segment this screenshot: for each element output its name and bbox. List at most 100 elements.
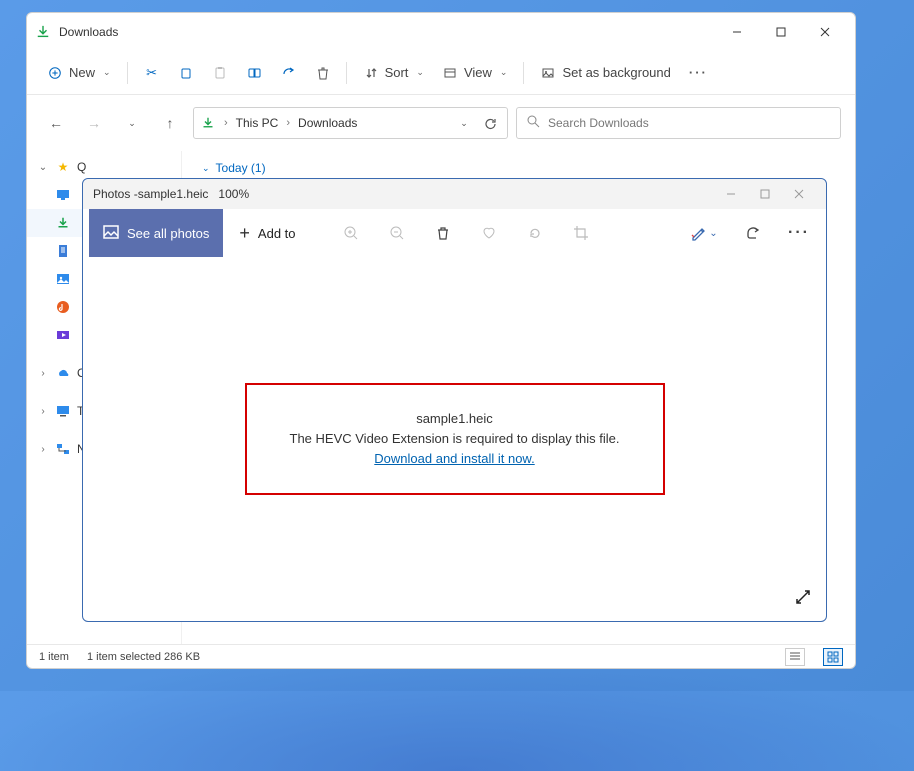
delete-button[interactable] bbox=[306, 57, 338, 89]
error-message: The HEVC Video Extension is required to … bbox=[287, 429, 623, 449]
recent-button[interactable]: ⌄ bbox=[117, 108, 147, 138]
close-button[interactable] bbox=[803, 17, 847, 47]
sidebar-item-quickaccess[interactable]: ⌄ ★ Q bbox=[27, 153, 181, 181]
share-button[interactable] bbox=[272, 57, 304, 89]
address-box[interactable]: › This PC › Downloads ⌄ bbox=[193, 107, 508, 139]
rotate-button[interactable] bbox=[514, 213, 556, 253]
copy-button[interactable] bbox=[170, 57, 202, 89]
error-panel: sample1.heic The HEVC Video Extension is… bbox=[245, 383, 665, 495]
explorer-titlebar: Downloads bbox=[27, 13, 855, 51]
history-dropdown[interactable]: ⌄ bbox=[453, 112, 475, 134]
download-extension-link[interactable]: Download and install it now. bbox=[374, 451, 534, 466]
paste-button[interactable] bbox=[204, 57, 236, 89]
delete-button[interactable] bbox=[422, 213, 464, 253]
more-button[interactable]: ··· bbox=[778, 213, 820, 253]
search-placeholder: Search Downloads bbox=[548, 116, 649, 130]
photos-titlebar: Photos - sample1.heic 100% bbox=[83, 179, 826, 209]
view-button[interactable]: View ⌄ bbox=[434, 57, 516, 89]
search-icon bbox=[527, 115, 540, 131]
plus-icon: + bbox=[239, 223, 250, 244]
photos-title-prefix: Photos - bbox=[93, 187, 138, 201]
new-label: New bbox=[69, 65, 95, 80]
back-button[interactable]: ← bbox=[41, 108, 71, 138]
paste-icon bbox=[212, 65, 228, 81]
chevron-down-icon: ⌄ bbox=[500, 67, 508, 78]
zoom-level: 100% bbox=[218, 187, 249, 201]
gallery-icon bbox=[103, 224, 119, 243]
rename-icon bbox=[246, 65, 262, 81]
downloads-icon bbox=[55, 215, 71, 231]
set-background-button[interactable]: Set as background bbox=[532, 57, 678, 89]
minimize-button[interactable] bbox=[715, 17, 759, 47]
delete-icon bbox=[314, 65, 330, 81]
breadcrumb-current[interactable]: Downloads bbox=[298, 116, 357, 130]
add-to-button[interactable]: + Add to bbox=[227, 213, 307, 253]
chevron-down-icon: ⌄ bbox=[103, 67, 111, 78]
crop-button[interactable] bbox=[560, 213, 602, 253]
view-label: View bbox=[464, 65, 492, 80]
favorite-button[interactable] bbox=[468, 213, 510, 253]
rename-button[interactable] bbox=[238, 57, 270, 89]
videos-icon bbox=[55, 327, 71, 343]
minimize-button[interactable] bbox=[714, 181, 748, 207]
group-label: Today (1) bbox=[216, 161, 266, 175]
explorer-toolbar: New ⌄ ✂ Sort ⌄ View ⌄ Set as background … bbox=[27, 51, 855, 95]
chevron-right-icon: › bbox=[37, 368, 49, 379]
sort-label: Sort bbox=[385, 65, 409, 80]
icons-view-button[interactable] bbox=[823, 648, 843, 666]
new-icon bbox=[47, 65, 63, 81]
breadcrumb-root[interactable]: This PC bbox=[236, 116, 279, 130]
cut-button[interactable]: ✂ bbox=[136, 57, 168, 89]
cut-icon: ✂ bbox=[144, 65, 160, 81]
content-group-header[interactable]: ⌄ Today (1) bbox=[202, 161, 835, 175]
search-box[interactable]: Search Downloads bbox=[516, 107, 841, 139]
network-icon bbox=[55, 441, 71, 457]
downloads-icon bbox=[200, 115, 216, 131]
pictures-icon bbox=[55, 271, 71, 287]
maximize-button[interactable] bbox=[748, 181, 782, 207]
share-icon bbox=[280, 65, 296, 81]
close-button[interactable] bbox=[782, 181, 816, 207]
chevron-down-icon: ⌄ bbox=[416, 67, 424, 78]
chevron-right-icon: › bbox=[37, 444, 49, 455]
photos-toolbar: See all photos + Add to ⌄ ··· bbox=[83, 209, 826, 257]
sort-icon bbox=[363, 65, 379, 81]
copy-icon bbox=[178, 65, 194, 81]
chevron-right-icon: › bbox=[37, 406, 49, 417]
forward-button[interactable]: → bbox=[79, 108, 109, 138]
explorer-addressbar: ← → ⌄ ↑ › This PC › Downloads ⌄ Search D… bbox=[27, 95, 855, 151]
refresh-button[interactable] bbox=[479, 112, 501, 134]
new-button[interactable]: New ⌄ bbox=[39, 57, 119, 89]
wallpaper-icon bbox=[540, 65, 556, 81]
explorer-title: Downloads bbox=[59, 25, 118, 39]
zoom-in-button[interactable] bbox=[330, 213, 372, 253]
downloads-icon bbox=[35, 24, 51, 40]
star-icon: ★ bbox=[55, 159, 71, 175]
add-to-label: Add to bbox=[258, 226, 296, 241]
chevron-down-icon: ⌄ bbox=[37, 162, 49, 173]
share-button[interactable] bbox=[732, 213, 774, 253]
details-view-button[interactable] bbox=[785, 648, 805, 666]
view-icon bbox=[442, 65, 458, 81]
sidebar-label: Q bbox=[77, 160, 86, 174]
more-button[interactable]: ··· bbox=[681, 57, 716, 89]
music-icon bbox=[55, 299, 71, 315]
zoom-out-button[interactable] bbox=[376, 213, 418, 253]
selection-info: 1 item selected 286 KB bbox=[87, 651, 200, 663]
see-all-photos-button[interactable]: See all photos bbox=[89, 209, 223, 257]
chevron-right-icon: › bbox=[286, 117, 290, 129]
edit-button[interactable]: ⌄ bbox=[680, 213, 728, 253]
resize-handle-icon[interactable] bbox=[794, 588, 812, 611]
set-bg-label: Set as background bbox=[562, 65, 670, 80]
chevron-right-icon: › bbox=[224, 117, 228, 129]
up-button[interactable]: ↑ bbox=[155, 108, 185, 138]
maximize-button[interactable] bbox=[759, 17, 803, 47]
sort-button[interactable]: Sort ⌄ bbox=[355, 57, 432, 89]
explorer-statusbar: 1 item 1 item selected 286 KB bbox=[27, 644, 855, 668]
error-filename: sample1.heic bbox=[287, 409, 623, 429]
see-all-label: See all photos bbox=[127, 226, 209, 241]
chevron-down-icon: ⌄ bbox=[202, 163, 210, 174]
chevron-down-icon: ⌄ bbox=[709, 228, 717, 239]
photos-title-file: sample1.heic bbox=[138, 187, 209, 201]
photos-window: Photos - sample1.heic 100% See all photo… bbox=[82, 178, 827, 622]
